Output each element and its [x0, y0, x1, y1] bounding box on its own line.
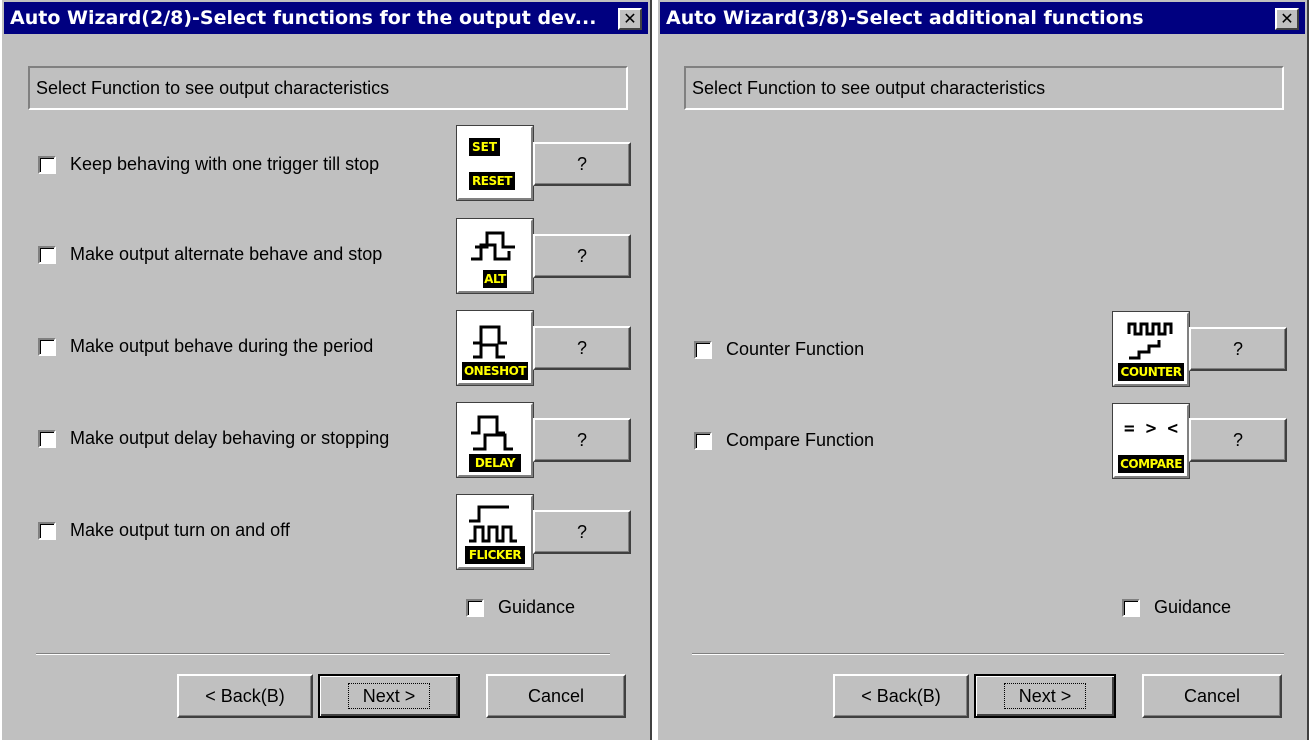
behave-period-checkbox[interactable] [38, 338, 56, 356]
turn-on-off-label: Make output turn on and off [70, 520, 290, 540]
icon-text-alt: ALT [483, 270, 507, 288]
delay-icon: DELAY [456, 402, 534, 478]
title-bar: Auto Wizard(3/8)-Select additional funct… [660, 2, 1305, 34]
cancel-button[interactable]: Cancel [1142, 674, 1282, 718]
back-button[interactable]: < Back(B) [177, 674, 313, 718]
close-icon: ✕ [1280, 9, 1294, 28]
alternate-label: Make output alternate behave and stop [70, 244, 383, 264]
keep-behaving-checkbox[interactable] [38, 156, 56, 174]
guidance-label: Guidance [1154, 597, 1232, 617]
compare-checkbox[interactable] [694, 432, 712, 450]
next-button[interactable]: Next > [318, 674, 460, 718]
next-button-label: Next > [1003, 683, 1087, 709]
title-bar: Auto Wizard(2/8)-Select functions for th… [4, 2, 648, 34]
help-button-compare[interactable]: ? [1189, 418, 1287, 462]
guidance-checkbox[interactable] [466, 599, 484, 617]
compare-icon: = > < COMPARE [1112, 403, 1190, 479]
next-button[interactable]: Next > [974, 674, 1116, 718]
help-button-keep-behaving[interactable]: ? [533, 142, 631, 186]
back-button[interactable]: < Back(B) [833, 674, 969, 718]
guidance-checkbox[interactable] [1122, 599, 1140, 617]
behave-period-label: Make output behave during the period [70, 336, 374, 356]
counter-label: Counter Function [726, 339, 865, 359]
window-title: Auto Wizard(2/8)-Select functions for th… [10, 7, 597, 29]
turn-on-off-checkbox[interactable] [38, 522, 56, 540]
next-button-label: Next > [347, 683, 431, 709]
wizard-dialog-step-3: Auto Wizard(3/8)-Select additional funct… [656, 0, 1309, 740]
separator [692, 653, 1284, 655]
close-icon: ✕ [623, 9, 637, 28]
info-text: Select Function to see output characteri… [36, 78, 390, 98]
close-button[interactable]: ✕ [1275, 8, 1299, 30]
help-button-alternate[interactable]: ? [533, 234, 631, 278]
counter-icon: COUNTER [1112, 311, 1190, 387]
help-button-behave-period[interactable]: ? [533, 326, 631, 370]
info-text: Select Function to see output characteri… [692, 78, 1046, 98]
icon-text-set: SET [469, 138, 501, 156]
icon-text-counter: COUNTER [1118, 363, 1184, 381]
icon-text-reset: RESET [469, 172, 515, 190]
info-box: Select Function to see output characteri… [28, 66, 628, 110]
set-reset-icon: SET RESET [456, 125, 534, 201]
window-title: Auto Wizard(3/8)-Select additional funct… [666, 7, 1144, 29]
help-button-counter[interactable]: ? [1189, 327, 1287, 371]
cancel-button[interactable]: Cancel [486, 674, 626, 718]
icon-text-flicker: FLICKER [465, 546, 525, 564]
compare-symbol: = > < [1123, 418, 1179, 439]
alt-icon: ALT [456, 218, 534, 294]
info-box: Select Function to see output characteri… [684, 66, 1284, 110]
oneshot-icon: ONESHOT [456, 310, 534, 386]
keep-behaving-label: Keep behaving with one trigger till stop [70, 154, 380, 174]
help-button-turn-on-off[interactable]: ? [533, 510, 631, 554]
icon-text-delay: DELAY [469, 454, 521, 472]
close-button[interactable]: ✕ [618, 8, 642, 30]
compare-label: Compare Function [726, 430, 875, 450]
counter-checkbox[interactable] [694, 341, 712, 359]
icon-text-oneshot: ONESHOT [462, 362, 528, 380]
separator [36, 653, 610, 655]
icon-text-compare: COMPARE [1118, 455, 1184, 473]
delay-checkbox[interactable] [38, 430, 56, 448]
delay-label: Make output delay behaving or stopping [70, 428, 390, 448]
guidance-label: Guidance [498, 597, 576, 617]
wizard-dialog-step-2: Auto Wizard(2/8)-Select functions for th… [0, 0, 652, 740]
alternate-checkbox[interactable] [38, 246, 56, 264]
help-button-delay[interactable]: ? [533, 418, 631, 462]
flicker-icon: FLICKER [456, 494, 534, 570]
